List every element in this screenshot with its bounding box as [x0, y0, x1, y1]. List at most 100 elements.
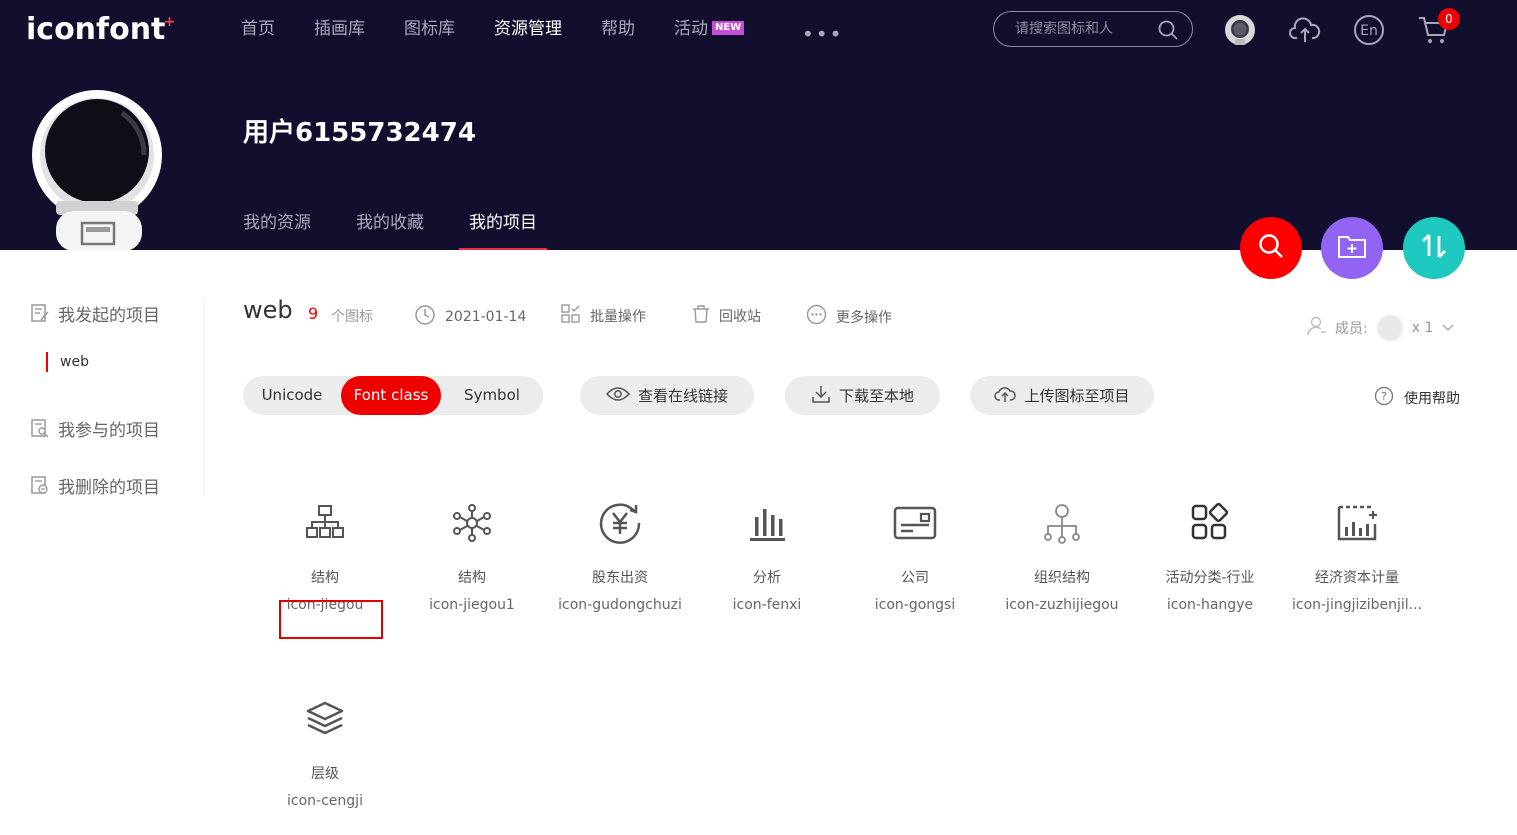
org-tree-icon [255, 495, 395, 551]
sidebar-item-deleted[interactable]: 我删除的项目 [30, 472, 160, 498]
nav-illustrations[interactable]: 插画库 [314, 16, 365, 42]
nav-activity-label: 活动 [674, 19, 708, 39]
search-icon [1258, 233, 1284, 263]
icon-name: 经济资本计量 [1315, 570, 1399, 586]
batch-operation-button[interactable]: 批量操作 [561, 304, 646, 328]
category-icon [1140, 495, 1280, 551]
tab-my-projects[interactable]: 我的项目 [459, 208, 547, 250]
highlight-box [279, 600, 383, 639]
batch-operation-label: 批量操作 [590, 309, 646, 325]
layers-icon [255, 691, 395, 747]
user-avatar-icon[interactable] [1224, 14, 1256, 46]
tab-symbol[interactable]: Symbol [441, 376, 543, 415]
nav-home[interactable]: 首页 [241, 16, 275, 42]
folder-add-icon [1337, 233, 1367, 263]
icon-card[interactable]: 结构 icon-jiegou [255, 495, 395, 616]
nav-icon-library[interactable]: 图标库 [404, 16, 455, 42]
icon-count: 9 [308, 304, 319, 323]
download-local-label: 下载至本地 [838, 387, 914, 405]
icon-card[interactable]: 结构 icon-jiegou1 [402, 495, 542, 616]
icon-card[interactable]: 分析 icon-fenxi [697, 495, 837, 616]
upload-cloud-icon[interactable] [1289, 14, 1321, 46]
nav-activity[interactable]: 活动 NEW [674, 16, 745, 42]
logo-text: iconfont [26, 12, 166, 47]
icon-code: icon-hangye [1166, 597, 1254, 613]
tab-my-resources[interactable]: 我的资源 [243, 208, 311, 250]
tab-my-favorites[interactable]: 我的收藏 [356, 208, 424, 250]
icon-card[interactable]: 层级 icon-cengji [255, 691, 395, 812]
tab-unicode[interactable]: Unicode [243, 376, 341, 415]
search-box [993, 11, 1193, 47]
recycle-bin-label: 回收站 [719, 309, 761, 325]
download-local-button[interactable]: 下载至本地 [785, 376, 940, 415]
icon-card[interactable]: 股东出资 icon-gudongchuzi [550, 495, 690, 616]
header-banner: iconfont+ 首页 插画库 图标库 资源管理 帮助 活动 NEW ••• E… [0, 0, 1517, 250]
trash-icon [692, 304, 710, 328]
icon-code: icon-gudongchuzi [558, 597, 682, 613]
yen-cycle-icon [550, 495, 690, 551]
language-en-icon[interactable]: En [1353, 14, 1385, 46]
icon-count-label: 个图标 [331, 309, 373, 325]
project-title: web [243, 296, 293, 324]
members-label: 成员: [1335, 321, 1368, 337]
usage-help-link[interactable]: ? 使用帮助 [1374, 386, 1460, 410]
nav-help[interactable]: 帮助 [601, 16, 635, 42]
sidebar-item-joined[interactable]: 我参与的项目 [30, 415, 160, 441]
cart-count-badge: 0 [1438, 8, 1460, 30]
icon-code: icon-zuzhijiegou [1005, 597, 1119, 613]
member-avatar [1375, 314, 1404, 342]
search-icon[interactable] [1158, 20, 1178, 44]
nav-resource-management[interactable]: 资源管理 [494, 16, 562, 42]
recycle-bin-button[interactable]: 回收站 [692, 304, 761, 328]
cart-icon[interactable]: 0 [1418, 8, 1460, 46]
sidebar-item-web[interactable]: web [46, 352, 89, 372]
icon-code: icon-cengji [287, 793, 363, 809]
icon-code: icon-jingjizibenjil... [1291, 597, 1423, 613]
sidebar-item-label: 我发起的项目 [58, 305, 160, 326]
icon-code: icon-fenxi [732, 597, 802, 613]
members-dropdown[interactable]: 成员: x 1 [1307, 314, 1455, 342]
more-circle-icon [806, 304, 827, 329]
tab-font-class[interactable]: Font class [341, 376, 441, 415]
sidebar-item-label: 我删除的项目 [58, 477, 160, 498]
icon-card[interactable]: 活动分类-行业 icon-hangye [1140, 495, 1280, 616]
new-project-fab-button[interactable] [1321, 217, 1383, 279]
profile-tabs: 我的资源 我的收藏 我的项目 [243, 208, 582, 250]
sort-fab-button[interactable] [1403, 217, 1465, 279]
upload-icons-label: 上传图标至项目 [1024, 387, 1130, 405]
new-badge: NEW [712, 21, 745, 35]
question-circle-icon: ? [1374, 386, 1394, 410]
more-operations-button[interactable]: 更多操作 [806, 304, 892, 329]
sort-arrows-icon [1419, 232, 1449, 264]
upload-icons-button[interactable]: 上传图标至项目 [970, 376, 1154, 415]
clock-icon [414, 304, 436, 330]
format-tabs: Unicode Font class Symbol [243, 376, 543, 415]
icon-name: 结构 [458, 570, 486, 586]
icon-card[interactable]: 经济资本计量 icon-jingjizibenjil... [1287, 495, 1427, 616]
upload-cloud-icon [994, 385, 1017, 407]
search-doc-icon [30, 418, 50, 438]
chevron-down-icon [1441, 320, 1455, 336]
capital-chart-icon [1287, 495, 1427, 551]
nav-more-icon[interactable]: ••• [802, 22, 843, 46]
icon-card[interactable]: 组织结构 icon-zuzhijiegou [992, 495, 1132, 616]
view-online-link-button[interactable]: 查看在线链接 [580, 376, 754, 415]
search-fab-button[interactable] [1240, 217, 1302, 279]
icon-name: 活动分类-行业 [1165, 570, 1255, 586]
icon-card[interactable]: 公司 icon-gongsi [845, 495, 985, 616]
logo-plus: + [163, 14, 176, 30]
icon-code: icon-gongsi [874, 597, 956, 613]
grid-icon [561, 304, 581, 328]
icon-name: 结构 [311, 570, 339, 586]
icon-name: 层级 [311, 766, 339, 782]
project-date: 2021-01-14 [414, 304, 526, 330]
iconfont-logo[interactable]: iconfont + [26, 12, 175, 47]
usage-help-label: 使用帮助 [1404, 391, 1460, 407]
company-card-icon [845, 495, 985, 551]
svg-text:?: ? [1381, 390, 1387, 403]
user-icon [1307, 316, 1327, 340]
sidebar-item-initiated[interactable]: 我发起的项目 [30, 300, 160, 326]
username: 用户6155732474 [243, 118, 476, 148]
org-structure-icon [992, 495, 1132, 551]
search-input[interactable] [1015, 21, 1155, 37]
